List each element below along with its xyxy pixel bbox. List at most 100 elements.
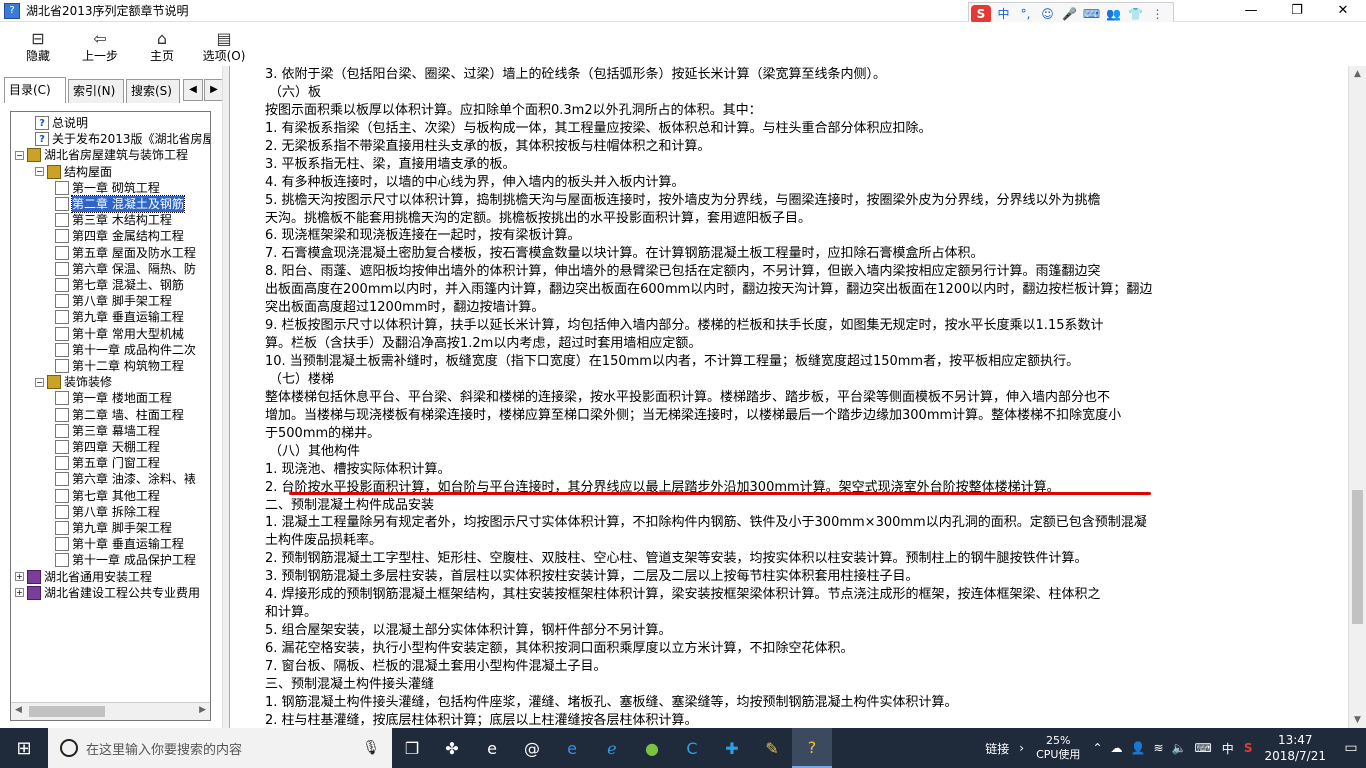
content-vertical-scrollbar[interactable]: ▲ ▼ [1348, 66, 1366, 728]
minimize-button[interactable]: — [1228, 0, 1274, 22]
network-icon[interactable]: ≋ [1153, 741, 1163, 755]
tree-item[interactable]: 第十章 垂直运输工程 [55, 536, 184, 552]
scroll-down-icon[interactable]: ▼ [1354, 715, 1361, 725]
fan-icon[interactable]: ✤ [432, 728, 472, 768]
taskbar-search[interactable]: 在这里输入你要搜索的内容 🎙 [48, 728, 392, 768]
scroll-right-icon[interactable]: ▶ [199, 705, 206, 715]
help-app-icon[interactable]: ? [792, 728, 832, 768]
scroll-up-icon[interactable]: ▲ [1354, 69, 1361, 79]
chevron-up-icon[interactable]: ⌃ [1092, 741, 1102, 755]
ime-keyboard-icon[interactable]: ⌨ [1082, 5, 1101, 24]
ime-punct-icon[interactable]: °, [1016, 5, 1035, 24]
tree-item[interactable]: 第一章 砌筑工程 [55, 180, 160, 196]
tab-index[interactable]: 索引(N) [68, 79, 124, 103]
c-browser-icon[interactable]: C [672, 728, 712, 768]
tab-contents[interactable]: 目录(C) [4, 77, 66, 103]
tree-item[interactable]: 第九章 脚手架工程 [55, 520, 172, 536]
notification-icon[interactable]: ▭ [1336, 740, 1366, 756]
ime-skin-icon[interactable]: 👕 [1126, 5, 1145, 24]
home-label: 主页 [149, 49, 174, 63]
task-view-icon[interactable]: ❐ [392, 728, 432, 768]
ime-mode-toggle[interactable]: 中 [994, 5, 1013, 24]
tree-horizontal-scrollbar[interactable]: ◀ ▶ [11, 702, 210, 720]
volume-icon[interactable]: 🔈 [1172, 741, 1187, 755]
collapse-icon[interactable]: − [35, 167, 44, 177]
content-line: 1. 钢筋混凝土构件接头灌缝，包括构件座浆，灌缝、堵板孔、塞板缝、塞梁缝等，均按… [265, 694, 958, 710]
tree-item[interactable]: 第十一章 成品构件二次 [55, 342, 196, 358]
tree-item[interactable]: 第八章 拆除工程 [55, 504, 160, 520]
tree-item[interactable]: 第一章 楼地面工程 [55, 390, 172, 406]
tray-link-label[interactable]: 链接 [985, 740, 1009, 757]
tree-item[interactable]: 第四章 天棚工程 [55, 439, 160, 455]
tree-item[interactable]: 第二章 混凝土及钢筋 [55, 195, 185, 213]
tree-item[interactable]: 第五章 屋面及防水工程 [55, 245, 196, 261]
collapse-icon[interactable]: − [35, 377, 44, 387]
sogou-tray-icon[interactable]: S [1244, 741, 1253, 755]
expand-icon[interactable]: + [15, 588, 24, 598]
input-language[interactable]: 中 [1222, 740, 1234, 757]
cloud-icon[interactable]: ☁ [1111, 741, 1123, 755]
people-icon[interactable]: 👤 [1131, 741, 1146, 755]
tree-item[interactable]: 第四章 金属结构工程 [55, 228, 184, 244]
content-line: 5. 挑檐天沟按图示尺寸以体积计算，捣制挑檐天沟与屋面板连接时，按外墙皮为分界线… [265, 192, 1101, 208]
tree-item[interactable]: 第六章 油漆、涂料、裱 [55, 471, 196, 487]
tree-item[interactable]: − 湖北省房屋建筑与装饰工程 [15, 147, 188, 163]
tree-item[interactable]: + 湖北省通用安装工程 [15, 569, 152, 585]
tree-item[interactable]: − 装饰装修 [35, 374, 112, 390]
cpu-meter[interactable]: 25% CPU使用 [1036, 734, 1080, 762]
tree-item[interactable]: 第二章 墙、柱面工程 [55, 407, 184, 423]
plus-app-icon[interactable]: ✚ [712, 728, 752, 768]
tree-item[interactable]: ? 总说明 [35, 115, 88, 131]
options-button[interactable]: ▤ 选项(O) [194, 24, 254, 66]
tree-item[interactable]: 第八章 脚手架工程 [55, 293, 172, 309]
tree-item[interactable]: 第五章 门窗工程 [55, 455, 160, 471]
ime-user-icon[interactable]: 👥 [1104, 5, 1123, 24]
scroll-thumb[interactable] [1352, 490, 1363, 624]
microphone-icon[interactable]: 🎙 [362, 740, 380, 756]
maximize-button[interactable]: ❐ [1274, 0, 1320, 22]
home-button[interactable]: ⌂ 主页 [132, 24, 192, 66]
tree-item[interactable]: 第七章 混凝土、钢筋 [55, 277, 184, 293]
expand-icon[interactable]: + [15, 572, 24, 582]
clock[interactable]: 13:47 2018/7/21 [1264, 732, 1326, 764]
content-line: 1. 混凝土工程量除另有规定者外，均按图示尺寸实体体积计算，不扣除构件内钢筋、铁… [265, 515, 1147, 531]
tree-item[interactable]: 第十章 常用大型机械 [55, 326, 184, 342]
tab-scroll-left-icon[interactable]: ◀ [183, 79, 203, 101]
spiral-icon[interactable]: @ [512, 728, 552, 768]
chevron-right-icon[interactable]: › [1019, 741, 1024, 755]
pane-splitter[interactable] [222, 66, 230, 728]
collapse-icon[interactable]: − [15, 150, 24, 160]
ie-blue-icon[interactable]: ℯ [592, 728, 632, 768]
scroll-left-icon[interactable]: ◀ [15, 705, 22, 715]
ime-menu-icon[interactable]: ⋮ [1148, 5, 1167, 24]
ime-voice-icon[interactable]: 🎤 [1060, 5, 1079, 24]
tree-item-label: 第九章 脚手架工程 [72, 521, 172, 535]
tree-item[interactable]: 第三章 木结构工程 [55, 212, 172, 228]
tree-item[interactable]: ? 关于发布2013版《湖北省房屋 [35, 131, 210, 147]
sogou-logo-icon[interactable]: S [971, 4, 991, 24]
tree-item[interactable]: 第十二章 构筑物工程 [55, 358, 184, 374]
edge-icon[interactable]: e [552, 728, 592, 768]
tree-item-label: 第一章 楼地面工程 [72, 391, 172, 406]
ie-icon[interactable]: e [472, 728, 512, 768]
scroll-thumb[interactable] [29, 706, 105, 717]
back-button[interactable]: ⇦ 上一步 [70, 24, 130, 66]
help-file-icon: ? [4, 2, 20, 19]
hide-button[interactable]: ⊟ 隐藏 [8, 24, 68, 66]
tree-item[interactable]: − 结构屋面 [35, 164, 112, 180]
tab-search[interactable]: 搜索(S) [126, 79, 180, 103]
tree-item[interactable]: 第三章 幕墙工程 [55, 423, 160, 439]
content-line: （七）楼梯 [269, 371, 335, 387]
tree-item[interactable]: 第九章 垂直运输工程 [55, 309, 184, 325]
ime-emoji-icon[interactable]: ☺ [1038, 5, 1057, 24]
keyboard-icon[interactable]: ⌨ [1194, 741, 1211, 755]
tree-item[interactable]: 第十一章 成品保护工程 [55, 552, 196, 568]
notes-icon[interactable]: ✎ [752, 728, 792, 768]
tab-scroll-right-icon[interactable]: ▶ [204, 79, 224, 101]
close-button[interactable]: ✕ [1320, 0, 1366, 22]
tree-item[interactable]: + 湖北省建设工程公共专业费用 [15, 585, 200, 601]
green-app-icon[interactable]: ● [632, 728, 672, 768]
tree-item[interactable]: 第七章 其他工程 [55, 488, 160, 504]
start-button[interactable]: ⊞ [0, 728, 48, 768]
tree-item[interactable]: 第六章 保温、隔热、防 [55, 261, 196, 277]
